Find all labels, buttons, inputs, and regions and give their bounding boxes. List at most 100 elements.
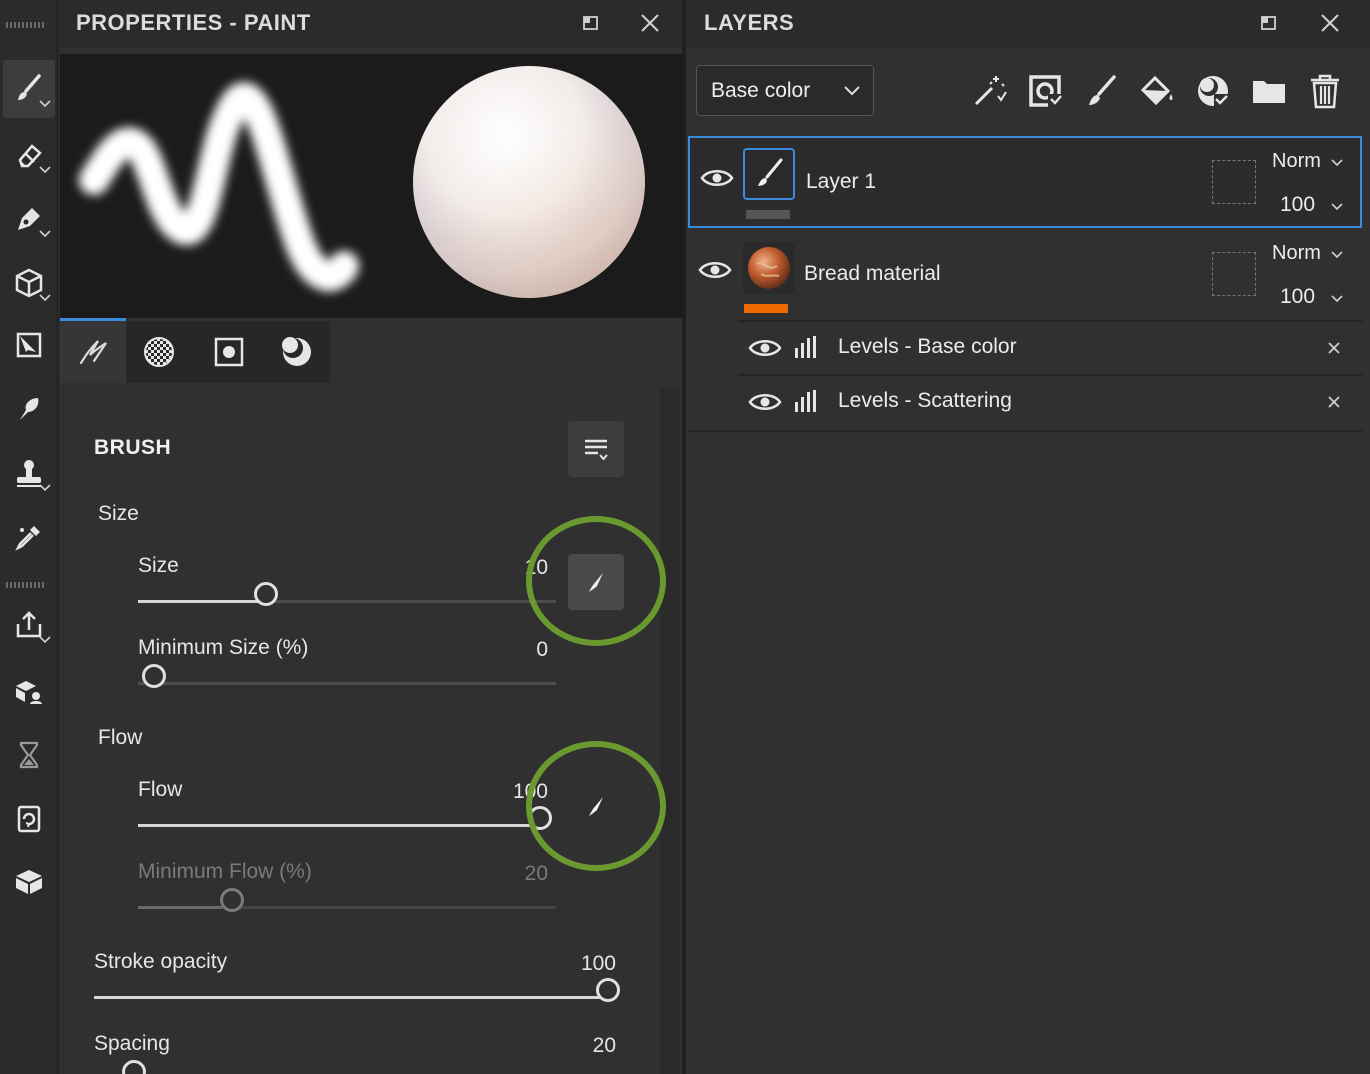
chevron-down-icon	[39, 484, 51, 492]
magic-wand-icon[interactable]	[970, 72, 1008, 110]
eye-icon[interactable]	[748, 336, 782, 360]
levels-icon	[795, 336, 816, 358]
min-size-slider[interactable]	[138, 682, 556, 685]
projection-tool-button[interactable]	[3, 190, 55, 248]
flow-label: Flow	[138, 778, 183, 801]
export-button[interactable]	[3, 596, 55, 654]
layer-color-tag	[744, 304, 788, 313]
min-flow-label: Minimum Flow (%)	[138, 860, 312, 883]
chevron-down-icon	[39, 100, 51, 108]
highlight-ring	[526, 741, 666, 871]
properties-tabs	[60, 321, 330, 383]
flow-slider[interactable]	[138, 824, 540, 827]
fill-layer-icon[interactable]	[1026, 72, 1064, 110]
panel-title: LAYERS	[704, 10, 795, 35]
stroke-preview-image	[79, 66, 645, 298]
min-size-label: Minimum Size (%)	[138, 636, 309, 659]
tab-alpha[interactable]	[126, 321, 192, 383]
brush-preview	[60, 54, 682, 318]
checker-alpha-icon	[144, 337, 174, 367]
display-settings-button[interactable]	[3, 852, 55, 910]
smudge-icon	[20, 398, 39, 420]
effect-row[interactable]: Levels - Base color	[738, 322, 1362, 374]
toolbar-grip[interactable]	[6, 582, 46, 588]
properties-scrollbar[interactable]	[660, 388, 680, 1074]
opacity-value[interactable]: 100	[1280, 285, 1315, 309]
eraser-tool-button[interactable]	[3, 126, 55, 184]
tab-material[interactable]	[264, 321, 330, 383]
channel-select-value: Base color	[711, 79, 811, 102]
mask-slot[interactable]	[1212, 160, 1256, 204]
refresh-button[interactable]	[3, 790, 55, 848]
folder-icon[interactable]	[1250, 72, 1288, 110]
undock-icon[interactable]	[1256, 10, 1282, 36]
bread-material-thumbnail	[748, 247, 790, 289]
toolbar-grip[interactable]	[6, 22, 46, 28]
list-menu-icon	[585, 439, 608, 461]
tab-brush[interactable]	[60, 321, 126, 383]
eye-icon[interactable]	[748, 390, 782, 414]
undock-icon[interactable]	[578, 10, 604, 36]
mask-slot[interactable]	[1212, 252, 1256, 296]
app-window: PROPERTIES - PAINT BRUSH Size Size 10 Mi…	[0, 0, 1370, 1074]
layer-thumbnail[interactable]	[743, 242, 795, 294]
effect-row[interactable]: Levels - Scattering	[738, 376, 1362, 428]
layers-panel: LAYERS Base color Layer 1 Norm 100 Bread…	[686, 0, 1370, 1074]
panel-header: PROPERTIES - PAINT	[60, 0, 682, 48]
chevron-down-icon	[39, 230, 51, 238]
close-icon[interactable]	[637, 10, 663, 36]
levels-icon	[795, 390, 816, 412]
size-slider[interactable]	[138, 600, 556, 603]
chevron-down-icon	[1331, 159, 1343, 167]
smart-material-icon[interactable]	[1194, 72, 1232, 110]
close-icon[interactable]	[1326, 394, 1342, 410]
eye-icon[interactable]	[698, 258, 732, 282]
close-icon[interactable]	[1317, 10, 1343, 36]
smudge-tool-button[interactable]	[3, 380, 55, 438]
color-picker-tool-button[interactable]	[3, 508, 55, 566]
spacing-value[interactable]: 20	[556, 1034, 616, 1058]
eyedropper-icon	[15, 526, 40, 551]
bake-button[interactable]	[3, 662, 55, 720]
divider	[688, 430, 1362, 432]
min-size-value[interactable]: 0	[488, 638, 548, 662]
layer-name[interactable]: Bread material	[804, 262, 941, 286]
layer-name[interactable]: Layer 1	[806, 170, 876, 194]
stroke-opacity-slider-handle[interactable]	[596, 978, 620, 1002]
tab-stencil[interactable]	[196, 321, 262, 383]
channel-select[interactable]: Base color	[696, 65, 874, 116]
opacity-value[interactable]: 100	[1280, 193, 1315, 217]
chevron-down-icon	[1331, 203, 1343, 211]
blend-mode-select[interactable]: Norm	[1272, 242, 1321, 265]
size-slider-handle[interactable]	[254, 582, 278, 606]
close-icon[interactable]	[1326, 340, 1342, 356]
min-flow-slider	[138, 906, 556, 909]
stroke-opacity-slider[interactable]	[94, 996, 608, 999]
fill-bucket-icon[interactable]	[1138, 72, 1176, 110]
paint-layer-icon[interactable]	[1082, 72, 1120, 110]
layer-thumbnail[interactable]	[743, 148, 795, 200]
min-size-slider-handle[interactable]	[142, 664, 166, 688]
layer-row[interactable]: Layer 1 Norm 100	[688, 136, 1362, 228]
panel-splitter[interactable]	[682, 0, 686, 1074]
paint-tool-button[interactable]	[3, 60, 55, 118]
stroke-opacity-value[interactable]: 100	[556, 952, 616, 976]
group-label-flow: Flow	[98, 726, 143, 749]
refresh-doc-icon	[17, 805, 41, 833]
layer-row[interactable]: Bread material Norm 100	[688, 230, 1362, 322]
stencil-icon	[214, 337, 244, 367]
chevron-down-icon	[1331, 251, 1343, 259]
history-button[interactable]	[3, 726, 55, 784]
spacing-label: Spacing	[94, 1032, 170, 1055]
panel-title: PROPERTIES - PAINT	[76, 10, 311, 35]
polygon-fill-tool-button[interactable]	[3, 316, 55, 374]
brush-stroke-icon	[79, 340, 107, 365]
chevron-down-icon	[39, 294, 51, 302]
geometry-fill-tool-button[interactable]	[3, 254, 55, 312]
clone-tool-button[interactable]	[3, 444, 55, 502]
brush-presets-menu-button[interactable]	[568, 421, 624, 477]
highlight-ring	[526, 516, 666, 646]
eye-icon[interactable]	[700, 166, 734, 190]
blend-mode-select[interactable]: Norm	[1272, 150, 1321, 173]
trash-icon[interactable]	[1306, 72, 1344, 110]
